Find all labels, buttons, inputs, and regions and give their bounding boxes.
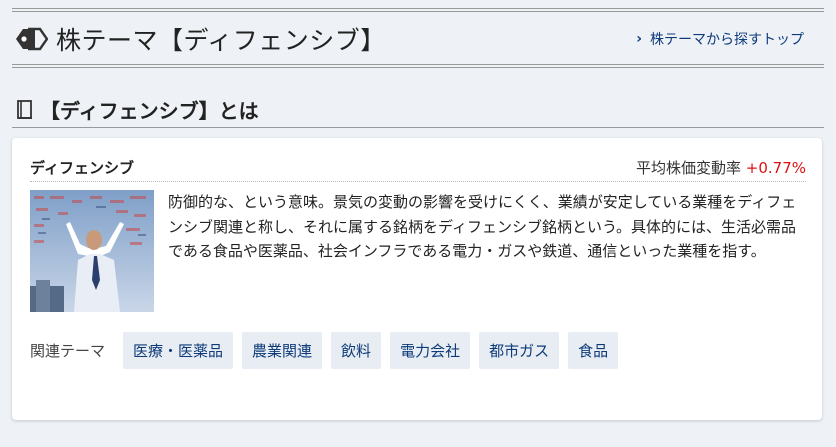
related-themes: 関連テーマ 医療・医薬品 農業関連 飲料 電力会社 都市ガス 食品 <box>30 332 627 369</box>
related-theme-chip[interactable]: 電力会社 <box>390 332 471 369</box>
related-theme-chip[interactable]: 農業関連 <box>242 332 323 369</box>
average-change-value: +0.77% <box>745 159 806 177</box>
top-rule <box>12 8 824 9</box>
theme-description: 防御的な、という意味。景気の変動の影響を受けにくく、業績が安定している業種をディ… <box>168 193 797 260</box>
section-heading: 【ディフェンシブ】とは <box>12 92 824 128</box>
average-change-label: 平均株価変動率 <box>635 159 741 177</box>
card-title-row: ディフェンシブ 平均株価変動率 +0.77% <box>30 156 806 182</box>
related-theme-chip[interactable]: 都市ガス <box>479 332 560 369</box>
book-icon <box>17 99 32 119</box>
theme-image <box>30 190 154 312</box>
header-rule <box>12 64 824 65</box>
theme-search-top-label: 株テーマから探すトップ <box>650 32 804 48</box>
average-change: 平均株価変動率 +0.77% <box>636 157 806 178</box>
related-theme-chip[interactable]: 飲料 <box>331 332 382 369</box>
related-themes-label: 関連テーマ <box>30 342 106 360</box>
theme-name: ディフェンシブ <box>30 159 134 177</box>
header-rule-inner <box>12 67 824 68</box>
page-title: 株テーマ【ディフェンシブ】 <box>56 26 386 55</box>
theme-card: ディフェンシブ 平均株価変動率 +0.77% 防御的な、という意味。景気の変動の… <box>12 138 822 420</box>
related-theme-chip[interactable]: 医療・医薬品 <box>123 332 234 369</box>
chevron-right-icon: › <box>636 31 642 47</box>
top-rule-inner <box>12 11 824 12</box>
theme-search-top-link[interactable]: › 株テーマから探すトップ <box>636 29 804 49</box>
section-title: 【ディフェンシブ】とは <box>40 99 259 123</box>
page-header: 株テーマ【ディフェンシブ】 › 株テーマから探すトップ <box>14 14 822 64</box>
tag-icon <box>16 27 48 51</box>
related-theme-chip[interactable]: 食品 <box>568 332 619 369</box>
header-title-group: 株テーマ【ディフェンシブ】 <box>14 21 386 57</box>
